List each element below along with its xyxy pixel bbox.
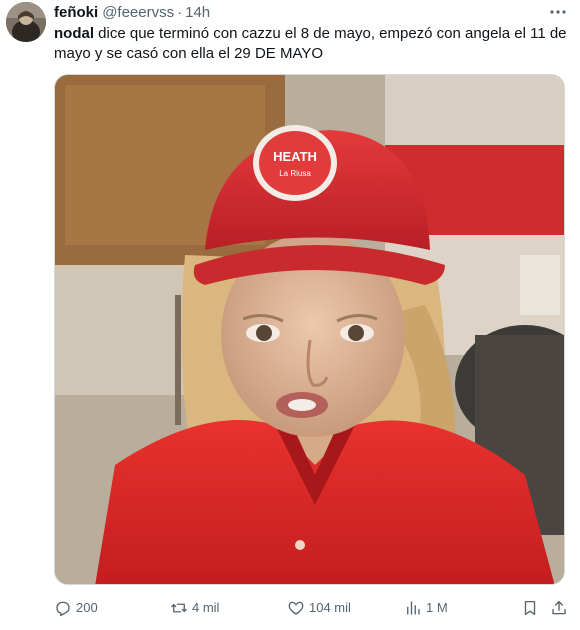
- tweet-text-body: dice que terminó con cazzu el 8 de mayo,…: [54, 25, 567, 62]
- tweet-text: nodal dice que terminó con cazzu el 8 de…: [54, 24, 570, 64]
- bookmark-icon: [524, 600, 536, 616]
- views-count: 1 M: [426, 600, 448, 615]
- header-separator: ·: [177, 3, 183, 21]
- avatar-image: [6, 2, 46, 42]
- tweet-header: feñoki @feeervss · 14h: [54, 2, 210, 22]
- repost-icon: [171, 603, 187, 613]
- heart-icon: [288, 601, 304, 615]
- reply-count: 200: [76, 600, 98, 615]
- display-name[interactable]: feñoki: [54, 4, 98, 21]
- more-icon: [550, 10, 566, 14]
- more-options-button[interactable]: [548, 4, 568, 20]
- media-photo: HEATH La Riusa: [55, 75, 564, 584]
- reply-icon: [56, 601, 70, 617]
- repost-count: 4 mil: [192, 600, 220, 615]
- cap-logo-line2: La Riusa: [279, 169, 311, 178]
- bookmark-button[interactable]: [521, 596, 543, 620]
- share-icon: [552, 600, 566, 615]
- like-count: 104 mil: [309, 600, 351, 615]
- repost-button[interactable]: 4 mil: [170, 596, 219, 620]
- like-button[interactable]: 104 mil: [287, 596, 351, 620]
- timestamp[interactable]: 14h: [185, 4, 210, 21]
- reply-button[interactable]: 200: [54, 596, 98, 620]
- views-icon: [407, 601, 420, 615]
- cap-logo-line1: HEATH: [273, 149, 317, 164]
- tweet-text-bold: nodal: [54, 25, 94, 42]
- share-button[interactable]: [550, 596, 572, 620]
- views-button[interactable]: 1 M: [404, 596, 448, 620]
- tweet-media[interactable]: HEATH La Riusa: [54, 74, 565, 585]
- avatar[interactable]: [6, 2, 46, 42]
- user-handle[interactable]: @feeervss: [102, 4, 174, 21]
- tweet-actions: 200 4 mil 104 mil 1 M: [54, 596, 570, 620]
